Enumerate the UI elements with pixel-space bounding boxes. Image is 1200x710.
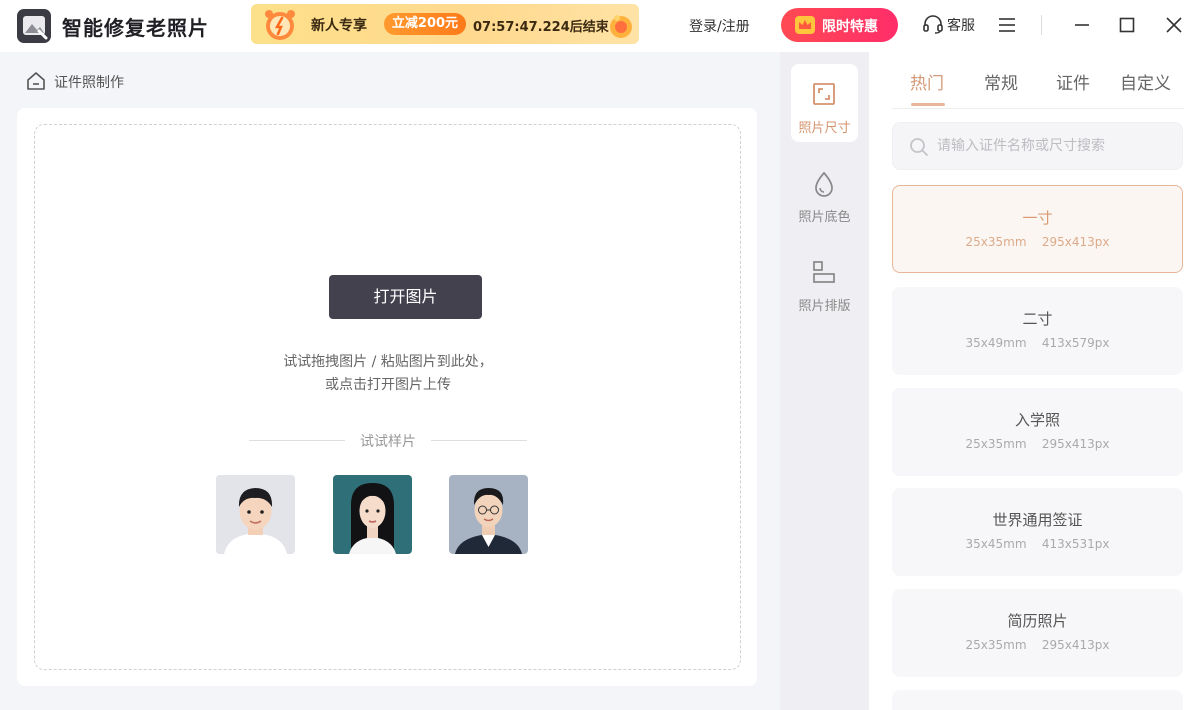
tab-hot[interactable]: 热门 bbox=[910, 69, 944, 94]
size-card-dims: 25x35mm 295x413px bbox=[892, 437, 1183, 451]
size-card-name: 简历照片 bbox=[1007, 612, 1068, 630]
app-logo-icon bbox=[17, 9, 51, 43]
size-card-px: 295x413px bbox=[1041, 235, 1110, 249]
tool-sidebar: 照片尺寸 照片底色 照片排版 bbox=[780, 52, 869, 710]
size-card-mm: 35x45mm bbox=[965, 537, 1027, 551]
tabs-divider bbox=[892, 108, 1184, 109]
layout-icon bbox=[813, 261, 835, 283]
size-card-name: 入学照 bbox=[1014, 411, 1060, 429]
upload-hint: 试试拖拽图片 / 粘贴图片到此处， 或点击打开图片上传 bbox=[235, 351, 541, 397]
app-title: 智能修复老照片 bbox=[62, 16, 209, 40]
menu-icon[interactable] bbox=[998, 16, 1016, 34]
size-card-dims: 25x35mm 295x413px bbox=[892, 638, 1183, 652]
home-icon bbox=[27, 72, 45, 90]
active-tab-indicator bbox=[911, 103, 945, 106]
tool-photo-layout-label: 照片排版 bbox=[798, 299, 851, 314]
promo-banner[interactable]: 新人专享 立减200元 07:57:47.224后结束 bbox=[251, 4, 639, 44]
size-panel: 热门 常规 证件 自定义 一寸 25x35mm 295x413px 二寸 35x… bbox=[869, 52, 1200, 710]
size-card-school-photo[interactable]: 入学照 25x35mm 295x413px bbox=[892, 388, 1183, 476]
droplet-icon bbox=[815, 171, 833, 197]
size-card-mm: 25x35mm bbox=[965, 638, 1027, 652]
minimize-icon[interactable] bbox=[1071, 14, 1093, 36]
login-register-link[interactable]: 登录/注册 bbox=[689, 16, 750, 36]
tool-photo-size-label: 照片尺寸 bbox=[798, 121, 851, 136]
size-card-2inch[interactable]: 二寸 35x49mm 413x579px bbox=[892, 287, 1183, 375]
samples-divider-right bbox=[431, 440, 527, 441]
sample-photo-boy[interactable] bbox=[216, 475, 295, 554]
size-card-mm: 25x35mm bbox=[965, 437, 1027, 451]
gift-icon bbox=[610, 15, 632, 38]
size-card-name: 世界通用签证 bbox=[992, 511, 1083, 529]
samples-label: 试试样片 bbox=[360, 434, 416, 450]
title-bar: 智能修复老照片 新人专享 立减200元 07:57:47.224后结束 登录/注… bbox=[0, 0, 1200, 52]
size-card-1inch[interactable]: 一寸 25x35mm 295x413px bbox=[892, 185, 1183, 273]
search-icon bbox=[910, 138, 928, 156]
size-search-box[interactable] bbox=[892, 122, 1183, 170]
size-card-partial[interactable] bbox=[892, 690, 1183, 710]
tool-photo-layout[interactable]: 照片排版 bbox=[791, 242, 858, 320]
size-card-px: 413x579px bbox=[1041, 336, 1110, 350]
size-card-resume-photo[interactable]: 简历照片 25x35mm 295x413px bbox=[892, 589, 1183, 677]
size-card-world-visa[interactable]: 世界通用签证 35x45mm 413x531px bbox=[892, 488, 1183, 576]
resize-icon bbox=[813, 83, 835, 105]
window-controls-divider bbox=[1041, 15, 1042, 35]
promo-countdown: 07:57:47.224后结束 bbox=[473, 20, 609, 35]
open-image-button[interactable]: 打开图片 bbox=[329, 275, 482, 319]
tool-photo-size[interactable]: 照片尺寸 bbox=[791, 64, 858, 142]
promo-badge: 立减200元 bbox=[384, 13, 466, 35]
size-card-mm: 35x49mm bbox=[965, 336, 1027, 350]
size-card-name: 一寸 bbox=[1022, 209, 1053, 227]
size-card-px: 295x413px bbox=[1041, 638, 1110, 652]
tab-regular[interactable]: 常规 bbox=[984, 69, 1018, 94]
breadcrumb-label: 证件照制作 bbox=[54, 75, 124, 91]
tool-photo-background[interactable]: 照片底色 bbox=[791, 153, 858, 231]
tab-custom[interactable]: 自定义 bbox=[1120, 69, 1171, 94]
size-card-name: 二寸 bbox=[1022, 310, 1053, 328]
upload-hint-line1: 试试拖拽图片 / 粘贴图片到此处， bbox=[283, 354, 493, 370]
size-search-input[interactable] bbox=[937, 135, 1167, 157]
size-card-dims: 35x45mm 413x531px bbox=[892, 537, 1183, 551]
sample-photo-woman[interactable] bbox=[333, 475, 412, 554]
limited-offer-button[interactable]: 限时特惠 bbox=[781, 8, 898, 42]
crown-icon bbox=[795, 16, 815, 34]
promo-text: 新人专享 bbox=[311, 18, 367, 34]
image-drop-zone[interactable]: 打开图片 试试拖拽图片 / 粘贴图片到此处， 或点击打开图片上传 试试样片 bbox=[34, 124, 741, 670]
size-card-px: 413x531px bbox=[1041, 537, 1110, 551]
maximize-icon[interactable] bbox=[1116, 14, 1138, 36]
alarm-clock-icon bbox=[265, 10, 295, 40]
customer-service-label: 客服 bbox=[947, 18, 975, 34]
tool-photo-background-label: 照片底色 bbox=[798, 210, 851, 225]
size-card-dims: 35x49mm 413x579px bbox=[892, 336, 1183, 350]
size-card-dims: 25x35mm 295x413px bbox=[893, 235, 1182, 249]
sample-photo-man[interactable] bbox=[449, 475, 528, 554]
close-icon[interactable] bbox=[1163, 14, 1185, 36]
tab-certificate[interactable]: 证件 bbox=[1056, 69, 1090, 94]
samples-divider-left bbox=[249, 440, 345, 441]
size-card-mm: 25x35mm bbox=[965, 235, 1027, 249]
size-card-px: 295x413px bbox=[1041, 437, 1110, 451]
upload-hint-line2: 或点击打开图片上传 bbox=[325, 377, 451, 393]
headset-icon bbox=[923, 15, 943, 34]
limited-offer-label: 限时特惠 bbox=[822, 19, 878, 35]
upload-card: 打开图片 试试拖拽图片 / 粘贴图片到此处， 或点击打开图片上传 试试样片 bbox=[17, 108, 757, 686]
